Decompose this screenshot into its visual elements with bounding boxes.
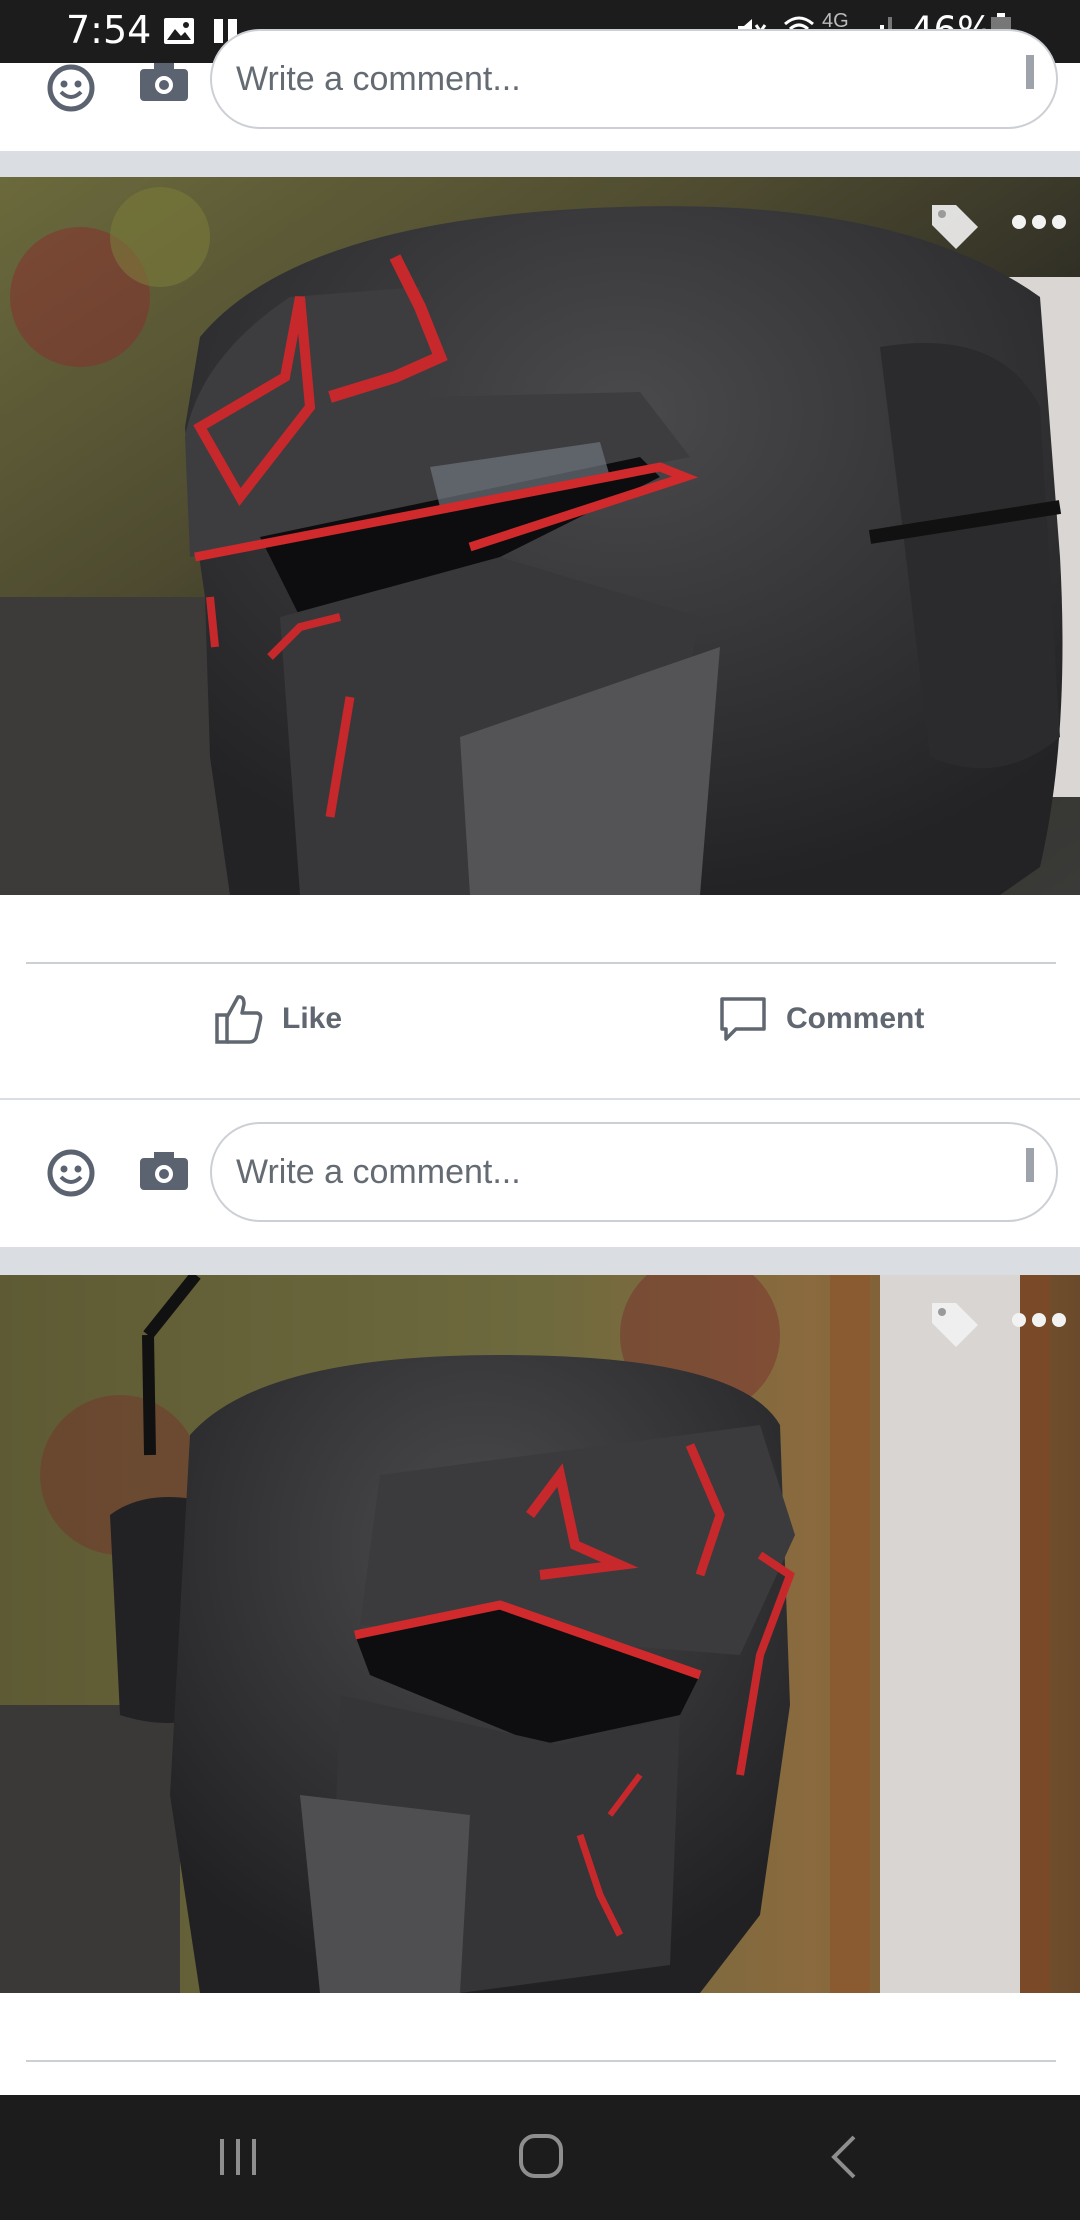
back-icon[interactable] [828, 2135, 860, 2179]
input-caret [1026, 1148, 1034, 1182]
navigation-bar [0, 2095, 1080, 2220]
comment-placeholder: Write a comment... [236, 1152, 521, 1191]
divider [26, 2060, 1056, 2062]
clock: 7:54 [66, 8, 152, 52]
thumbs-up-icon [215, 995, 263, 1044]
comment-input[interactable]: Write a comment... [210, 29, 1058, 129]
recent-apps-icon[interactable] [216, 2137, 260, 2177]
comment-bubble-icon [720, 997, 766, 1041]
helmet-photo-front [0, 1275, 1080, 1993]
more-options-icon[interactable] [1010, 211, 1068, 233]
camera-icon[interactable] [140, 63, 188, 103]
camera-icon[interactable] [140, 1152, 188, 1192]
post-photo-1[interactable] [0, 177, 1080, 895]
gallery-icon [164, 18, 194, 44]
home-icon[interactable] [518, 2133, 564, 2179]
comment-placeholder: Write a comment... [236, 59, 521, 98]
comment-row: Write a comment... [0, 1100, 1080, 1247]
tag-icon[interactable] [928, 1297, 982, 1351]
emoji-icon[interactable] [46, 1148, 96, 1198]
comment-button[interactable]: Comment [718, 984, 924, 1054]
post-card-3-footer [0, 1993, 1080, 2095]
more-options-icon[interactable] [1010, 1309, 1068, 1331]
post-photo-2[interactable] [0, 1275, 1080, 1993]
helmet-photo-side [0, 177, 1080, 895]
emoji-icon[interactable] [46, 63, 96, 113]
post-card-1-footer: Write a comment... [0, 29, 1080, 151]
comment-input[interactable]: Write a comment... [210, 1122, 1058, 1222]
like-label: Like [282, 1002, 343, 1035]
like-button[interactable]: Like [214, 984, 342, 1054]
divider [26, 962, 1056, 964]
input-caret [1026, 55, 1034, 89]
tag-icon[interactable] [928, 199, 982, 253]
comment-label: Comment [786, 1002, 925, 1035]
